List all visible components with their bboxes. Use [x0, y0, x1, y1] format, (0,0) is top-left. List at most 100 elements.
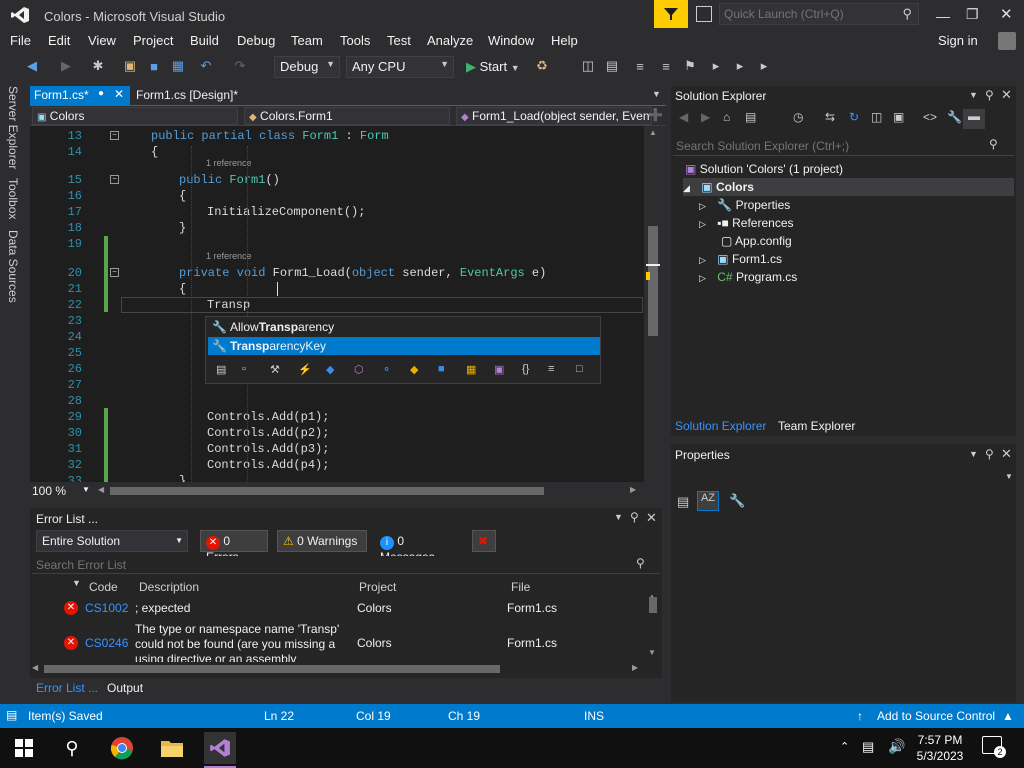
code-line[interactable]: 22 Transp [30, 297, 644, 313]
pin-icon[interactable]: ● [98, 88, 104, 99]
redo-icon[interactable]: ↷ [232, 58, 248, 74]
collapsed-arrow-icon[interactable]: ▷ [699, 219, 706, 229]
code-editor[interactable]: 13 − public partial class Form1 : Form 14 {1… [30, 126, 644, 482]
account-icon[interactable] [998, 32, 1016, 50]
column-header-code[interactable]: Code [89, 580, 118, 594]
bookmark-icon[interactable]: ⚑ [682, 58, 698, 74]
code-line[interactable]: 20 − private void Form1_Load(object sender… [30, 265, 644, 281]
class-nav-select[interactable]: ◆ Colors.Form1 [244, 107, 450, 125]
browser-link-icon[interactable]: ♻ [534, 58, 550, 74]
tree-item-app-config[interactable]: ▢ App.config [721, 234, 792, 248]
sync-icon[interactable]: ⇆ [825, 110, 835, 124]
solution-platform-select[interactable]: Any CPU ▼ [346, 56, 454, 78]
toolbox-tab[interactable]: Toolbox [6, 178, 20, 219]
window-menu-icon[interactable]: ▼ [969, 90, 978, 100]
menu-edit[interactable]: Edit [48, 33, 70, 48]
home-icon[interactable]: ⌂ [723, 110, 730, 124]
view-code-icon[interactable]: <> [923, 110, 937, 124]
horizontal-scrollbar[interactable]: ◀ ▶ [98, 485, 638, 497]
scroll-down-arrow[interactable]: ▼ [648, 648, 656, 657]
code-line[interactable]: 28 [30, 393, 644, 409]
filter-structs-icon[interactable]: ▦ [466, 363, 476, 376]
feedback-icon[interactable] [654, 0, 688, 28]
close-icon[interactable]: ✕ [1001, 446, 1012, 462]
show-all-files-icon[interactable]: ▣ [893, 110, 904, 124]
code-line[interactable]: 21 { [30, 281, 644, 297]
filter-enums-icon[interactable]: ▣ [494, 363, 504, 376]
data-sources-tab[interactable]: Data Sources [6, 230, 20, 303]
action-center-icon[interactable]: 2 [982, 736, 1006, 758]
error-code-link[interactable]: CS0246 [85, 636, 128, 650]
tree-item-form1[interactable]: ▷ ▣ Form1.cs [699, 252, 782, 266]
solution-configuration-select[interactable]: Debug ▼ [274, 56, 340, 78]
show-hidden-icons[interactable]: ⌃ [840, 740, 849, 753]
scroll-left-arrow[interactable]: ◀ [98, 485, 104, 494]
filter-snippets-icon[interactable]: {} [522, 363, 529, 375]
menu-build[interactable]: Build [190, 33, 219, 48]
split-window-icon[interactable]: ➕ [648, 108, 663, 122]
code-line[interactable]: 15 − public Form1() [30, 172, 644, 188]
fold-toggle-icon[interactable]: − [110, 131, 119, 140]
collapsed-arrow-icon[interactable]: ▷ [699, 201, 706, 211]
pin-icon[interactable]: ⚲ [985, 447, 994, 461]
save-icon[interactable]: ■ [146, 58, 162, 74]
menu-project[interactable]: Project [133, 33, 173, 48]
next-bookmark-icon[interactable]: ▸ [732, 58, 748, 74]
scroll-thumb[interactable] [110, 487, 544, 495]
errors-filter-button[interactable]: ✕ 0 Errors [200, 530, 268, 564]
tree-item-program[interactable]: ▷ C# Program.cs [699, 270, 797, 284]
properties-wrench-icon[interactable]: 🔧 [947, 110, 962, 124]
tree-item-references[interactable]: ▷ ▪■ References [699, 216, 794, 230]
code-line[interactable]: 31 Controls.Add(p3); [30, 441, 644, 457]
add-to-source-control-button[interactable]: Add to Source Control [877, 709, 995, 723]
filter-extension-methods-icon[interactable]: ◆ [410, 363, 418, 376]
code-line[interactable]: 13 − public partial class Form1 : Form [30, 128, 644, 144]
code-line[interactable]: 17 InitializeComponent(); [30, 204, 644, 220]
member-nav-select[interactable]: ◆ Form1_Load(object sender, Even [456, 107, 652, 125]
visual-studio-taskbar-icon[interactable] [204, 732, 236, 764]
column-header-file[interactable]: File [511, 580, 530, 594]
tab-team-explorer[interactable]: Team Explorer [778, 419, 855, 433]
notifications-icon[interactable] [696, 6, 712, 22]
close-icon[interactable]: ✕ [1001, 87, 1012, 103]
scroll-up-arrow[interactable]: ▲ [649, 128, 657, 137]
tree-item-project[interactable]: ◢ ▣ Colors [683, 178, 1014, 196]
messages-filter-button[interactable]: i 0 Messages [374, 530, 464, 564]
completion-item-transparencykey[interactable]: 🔧 TransparencyKey [208, 337, 600, 355]
build-intellisense-filter-button[interactable]: ✖ [472, 530, 496, 552]
table-row[interactable]: ✕ CS0246 The type or namespace name 'Tra… [30, 620, 644, 662]
code-line[interactable]: 16 { [30, 188, 644, 204]
categorized-icon[interactable]: ▤ [677, 494, 689, 510]
code-line[interactable]: 19 [30, 236, 644, 252]
menu-debug[interactable]: Debug [237, 33, 275, 48]
zoom-select[interactable]: 100 % ▼ [32, 484, 90, 498]
filter-methods-icon[interactable]: ◆ [326, 363, 334, 376]
column-header-description[interactable]: Description [139, 580, 199, 594]
start-button[interactable]: ▶ Start ▼ [464, 56, 522, 78]
code-line[interactable]: 30 Controls.Add(p2); [30, 425, 644, 441]
preview-icon[interactable]: ▬ [963, 109, 985, 129]
menu-file[interactable]: File [10, 33, 31, 48]
filter-events-icon[interactable]: ⚡ [298, 363, 312, 376]
code-line[interactable]: 18} [30, 220, 644, 236]
error-search-input[interactable] [36, 557, 616, 572]
pin-icon[interactable]: ⚲ [630, 510, 639, 524]
scroll-right-arrow[interactable]: ▶ [630, 485, 636, 494]
new-project-icon[interactable]: ✱ [90, 58, 106, 74]
tab-form1-cs[interactable]: Form1.cs* ● ✕ [30, 86, 130, 106]
tab-error-list[interactable]: Error List ... [36, 681, 98, 695]
scroll-right-arrow[interactable]: ▶ [632, 663, 638, 672]
collapsed-arrow-icon[interactable]: ▷ [699, 255, 706, 265]
code-line[interactable]: 29 Controls.Add(p1); [30, 409, 644, 425]
search-icon[interactable]: ⚲ [56, 732, 88, 764]
tab-output[interactable]: Output [107, 681, 143, 695]
notifications-icon[interactable]: ▲ [1002, 709, 1014, 723]
menu-help[interactable]: Help [551, 33, 578, 48]
close-tab-icon[interactable]: ✕ [114, 87, 124, 101]
properties-window-icon[interactable]: ▤ [604, 58, 620, 74]
filter-interfaces-icon[interactable]: ⬡ [354, 363, 364, 376]
code-line[interactable]: 33} [30, 473, 644, 482]
error-list-horizontal-scrollbar[interactable]: ◀ ▶ [32, 663, 644, 675]
scroll-left-arrow[interactable]: ◀ [32, 663, 38, 672]
file-explorer-icon[interactable] [156, 732, 188, 764]
